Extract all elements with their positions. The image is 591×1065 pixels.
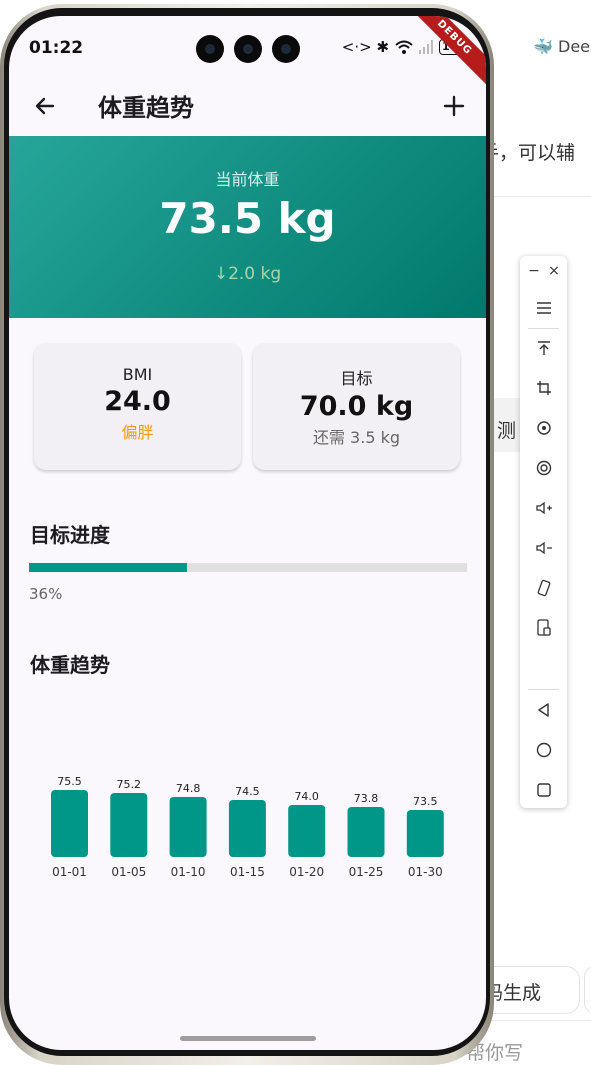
background-text-line: 手，可以辅 — [480, 142, 576, 164]
recents-icon — [536, 783, 551, 797]
chart-bar — [169, 797, 207, 857]
wifi-icon — [395, 40, 413, 54]
pin-top-button[interactable] — [520, 332, 567, 364]
chart-x-tick-label: 01-15 — [230, 865, 265, 879]
goal-remaining: 还需 3.5 kg — [312, 428, 401, 447]
rotate-icon — [536, 421, 551, 435]
chart-x-tick-label: 01-30 — [408, 865, 443, 879]
deep-tab-label[interactable]: 🐳 Deep — [533, 37, 591, 56]
phone-screen: 01:22 <·> ✱ 100 DEBUG 体重趋势 — [9, 16, 486, 1050]
volume-up-icon — [535, 501, 552, 515]
chart-data-label: 74.0 — [294, 790, 319, 803]
goal-progress-bar — [29, 563, 467, 572]
rotate-device-button[interactable] — [520, 572, 567, 604]
goal-card: 目标 70.0 kg 还需 3.5 kg — [253, 343, 460, 470]
chart-bar — [406, 810, 444, 857]
chart-x-tick-label: 01-25 — [349, 865, 384, 879]
menu-button[interactable] — [520, 292, 567, 324]
menu-icon — [536, 302, 551, 314]
signal-icon — [419, 40, 434, 54]
plus-icon — [443, 95, 465, 117]
screenshot-icon — [536, 619, 551, 636]
goal-value: 70.0 kg — [299, 391, 414, 422]
rotate-device-icon — [537, 579, 550, 597]
status-glyphs: <·> ✱ — [341, 38, 390, 56]
weight-change: ↓2.0 kg — [213, 264, 282, 284]
goal-label: 目标 — [340, 369, 373, 388]
chart-data-label: 74.8 — [176, 782, 201, 795]
page-title: 体重趋势 — [98, 94, 194, 122]
trend-title: 体重趋势 — [30, 653, 110, 677]
pin-top-icon — [537, 341, 550, 355]
crop-button[interactable] — [520, 372, 567, 404]
nav-back-button[interactable] — [520, 694, 567, 726]
chart-bar — [110, 793, 148, 857]
nav-recents-button[interactable] — [520, 774, 567, 806]
background-chip[interactable] — [584, 966, 591, 1014]
arrow-left-icon — [35, 97, 55, 115]
volume-down-button[interactable] — [520, 532, 567, 564]
screenshot-button[interactable] — [520, 612, 567, 644]
background-divider — [488, 196, 591, 197]
back-button[interactable] — [27, 88, 63, 124]
emulator-toolbar: − × — [520, 256, 567, 808]
chart-data-label: 73.8 — [354, 792, 379, 805]
back-icon — [537, 703, 549, 717]
chart-bar — [347, 807, 385, 857]
chart-data-label: 74.5 — [235, 785, 260, 798]
toolbar-divider — [528, 689, 559, 690]
background-detect-label: 测 — [497, 420, 517, 442]
minimize-button[interactable]: − — [524, 261, 544, 281]
volume-down-icon — [535, 541, 552, 555]
deep-logo-icon: 🐳 — [533, 37, 553, 56]
progress-title: 目标进度 — [30, 523, 110, 547]
rotate-button[interactable] — [520, 412, 567, 444]
record-button[interactable] — [520, 452, 567, 484]
status-time: 01:22 — [29, 38, 84, 58]
app-bar: 体重趋势 — [9, 80, 486, 136]
toolbar-divider — [528, 328, 559, 329]
chart-x-tick-label: 01-05 — [111, 865, 146, 879]
background-divider — [488, 1020, 591, 1021]
bmi-status: 偏胖 — [121, 423, 154, 442]
camera-icon — [234, 35, 262, 63]
home-indicator[interactable] — [180, 1036, 316, 1041]
current-weight-banner: 当前体重 73.5 kg ↓2.0 kg — [9, 136, 486, 318]
status-bar: 01:22 <·> ✱ 100 DEBUG — [9, 16, 486, 88]
current-weight-label: 当前体重 — [215, 170, 280, 189]
bmi-card: BMI 24.0 偏胖 — [34, 343, 241, 470]
chart-data-label: 75.2 — [117, 778, 142, 791]
chart-x-tick-label: 01-20 — [289, 865, 324, 879]
camera-icon — [196, 35, 224, 63]
volume-up-button[interactable] — [520, 492, 567, 524]
chart-bar — [228, 800, 266, 857]
chart-data-label: 75.5 — [57, 775, 82, 788]
bmi-value: 24.0 — [104, 386, 171, 417]
nav-home-button[interactable] — [520, 734, 567, 766]
chart-bar — [288, 805, 326, 857]
current-weight-value: 73.5 kg — [159, 194, 336, 243]
close-button[interactable]: × — [544, 261, 564, 281]
goal-progress-fill — [29, 563, 187, 572]
chart-x-tick-label: 01-10 — [171, 865, 206, 879]
chart-x-tick-label: 01-01 — [52, 865, 87, 879]
bmi-label: BMI — [122, 365, 153, 384]
progress-percent: 36% — [29, 585, 63, 603]
add-button[interactable] — [434, 86, 474, 126]
chart-bar — [51, 790, 88, 857]
crop-icon — [536, 381, 551, 395]
home-icon — [536, 742, 551, 758]
record-icon — [536, 460, 551, 476]
weight-bar-chart: 75.5 01-01 75.2 01-05 74.8 01-10 74.5 01-15 74.0… — [51, 775, 444, 879]
camera-icon — [272, 35, 300, 63]
chart-data-label: 73.5 — [413, 795, 438, 808]
